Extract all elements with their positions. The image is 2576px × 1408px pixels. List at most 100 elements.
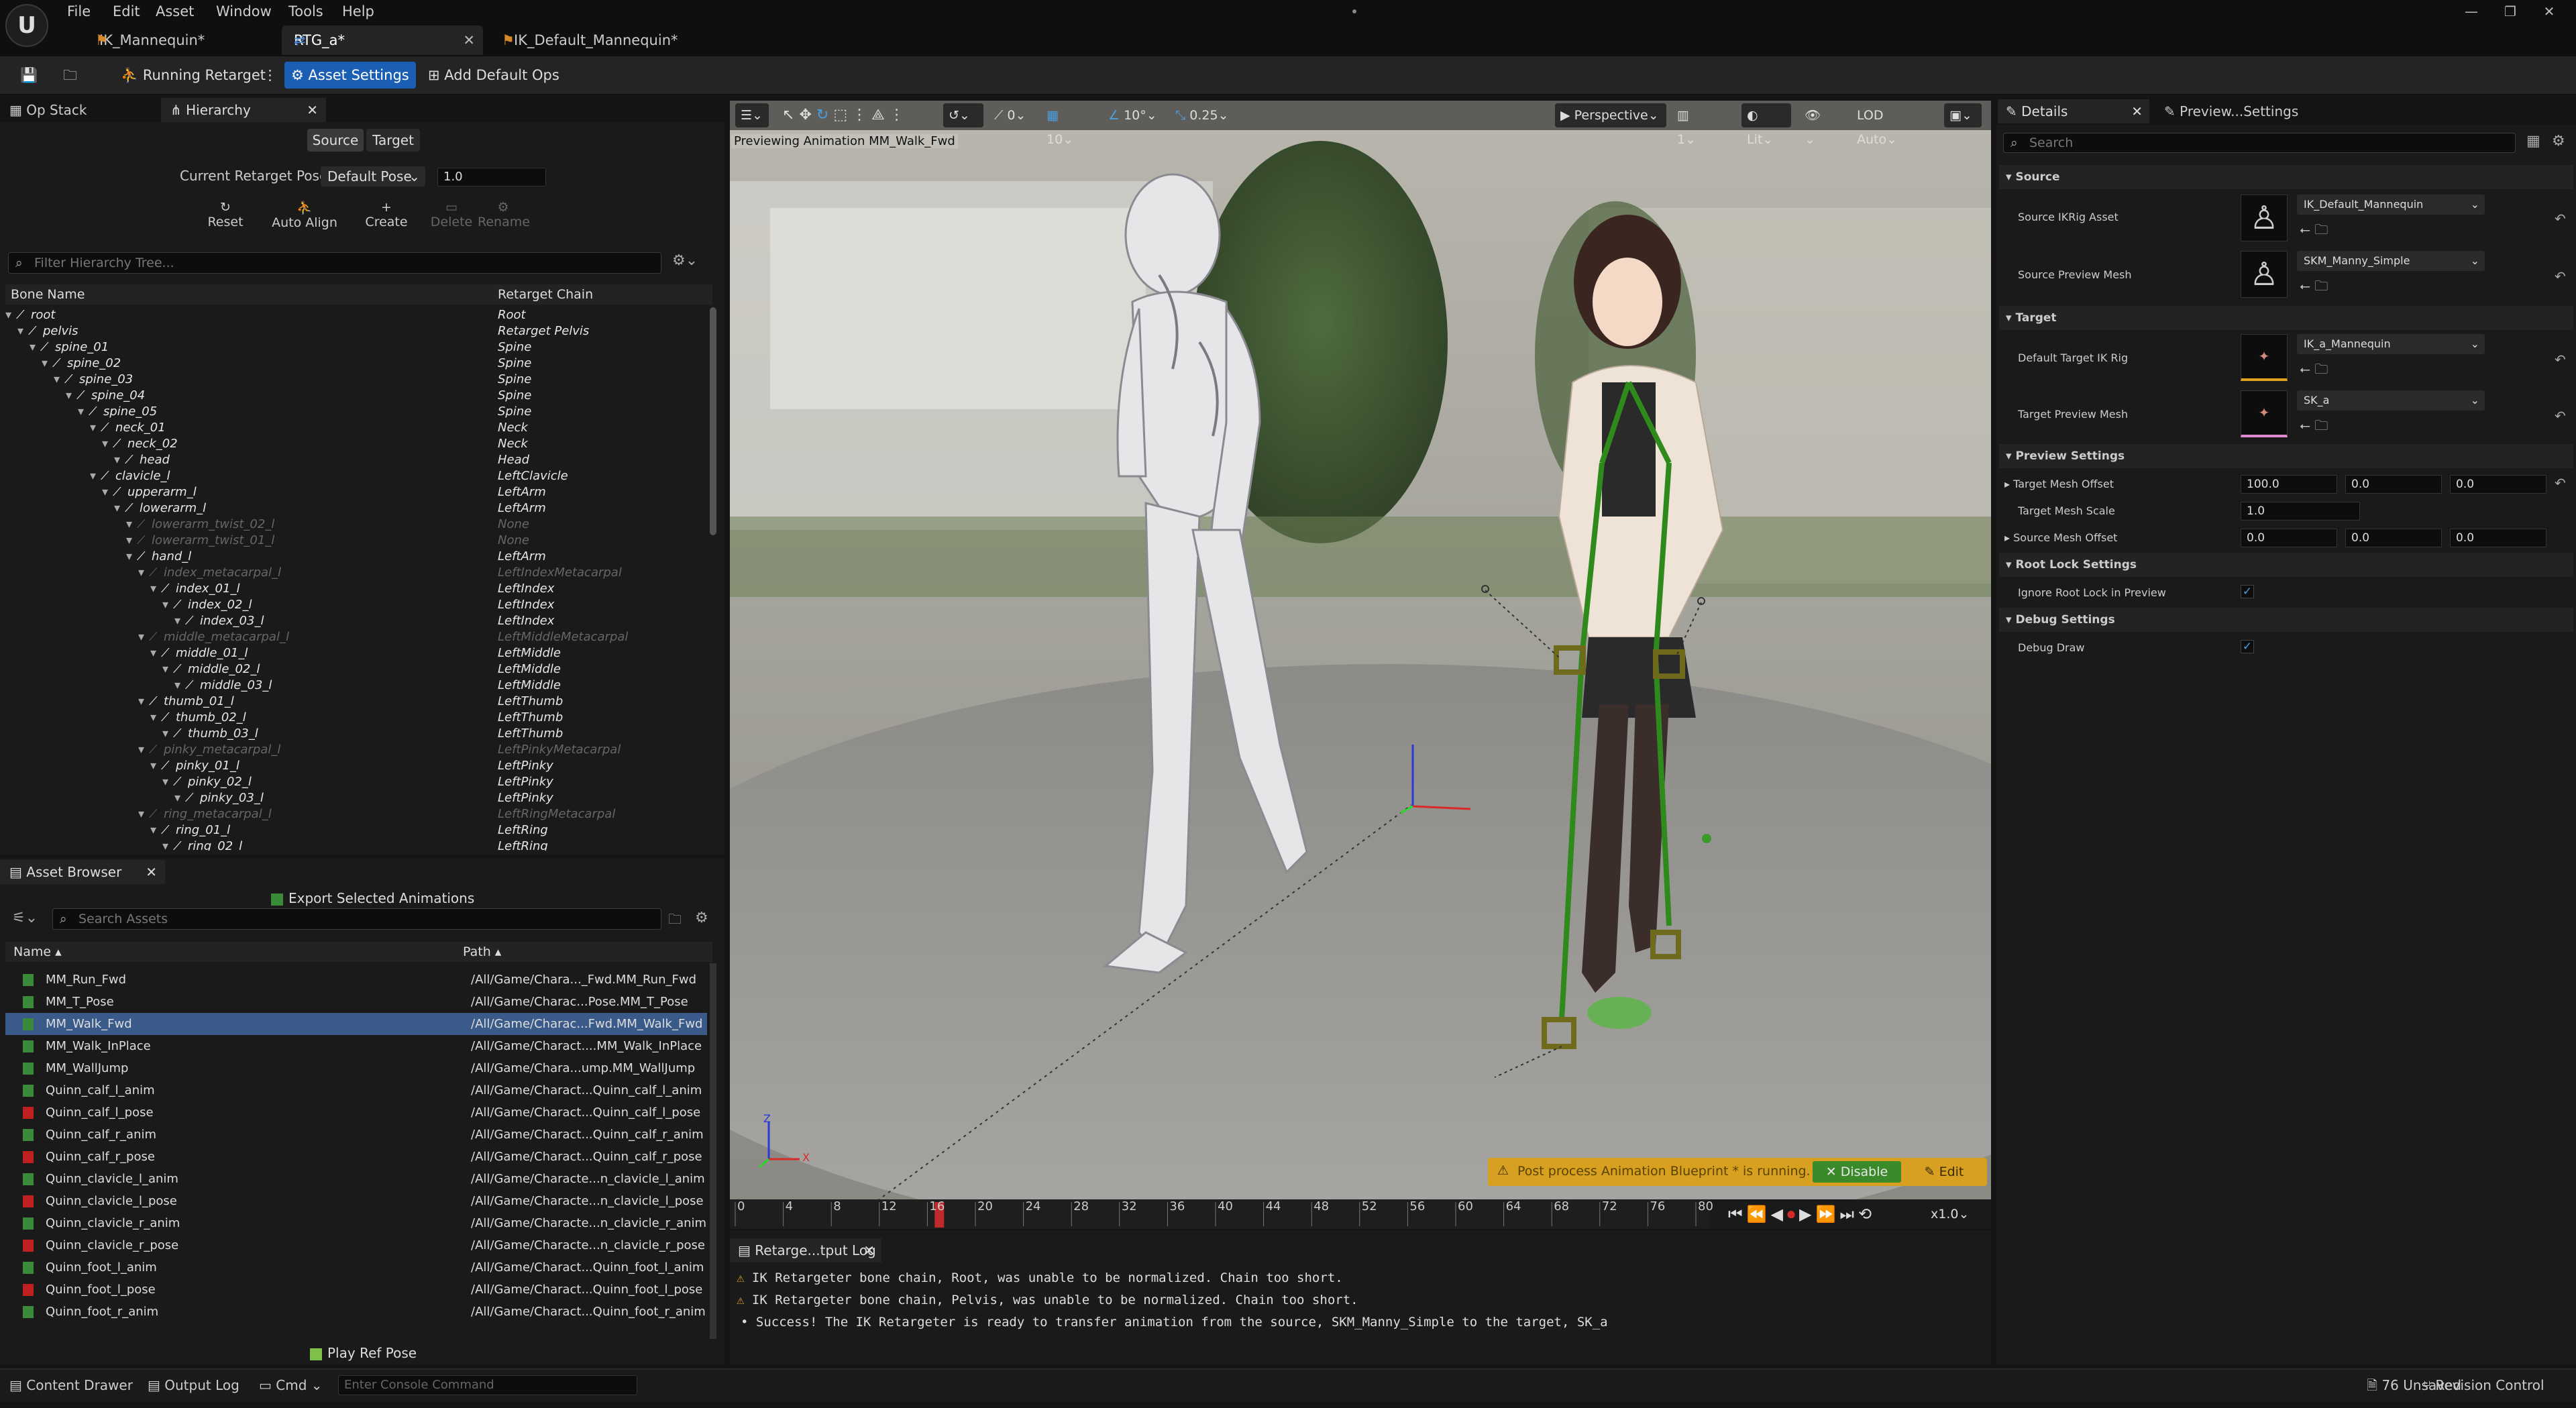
expand-arrow-icon[interactable]: ▾ xyxy=(138,742,144,758)
rotation-snap[interactable]: ⟋ 0⌄ xyxy=(989,103,1036,127)
target-mesh-thumbnail[interactable]: ✦ xyxy=(2241,390,2288,437)
source-ikrig-thumbnail[interactable]: ♙ xyxy=(2241,195,2288,241)
close-tab-icon[interactable]: ✕ xyxy=(146,860,157,884)
expand-arrow-icon[interactable]: ▾ xyxy=(126,517,132,533)
asset-row[interactable]: MM_Walk_Fwd/All/Game/Charac...Fwd.MM_Wal… xyxy=(5,1013,707,1035)
unreal-logo-icon[interactable]: U xyxy=(5,4,48,47)
asset-row[interactable]: Quinn_clavicle_r_anim/All/Game/Characte.… xyxy=(5,1212,707,1234)
step-forward-icon[interactable]: ⏩ xyxy=(1815,1205,1839,1224)
lod-dropdown[interactable]: LOD Auto⌄ xyxy=(1851,103,1932,147)
tab-asset-browser[interactable]: ▤ Asset Browser ✕ xyxy=(0,860,165,884)
play-icon[interactable]: ▶ xyxy=(1799,1205,1815,1224)
source-mesh-thumbnail[interactable]: ♙ xyxy=(2241,251,2288,298)
close-window-icon[interactable]: ✕ xyxy=(2530,0,2568,23)
section-preview-settings[interactable]: ▾ Preview Settings xyxy=(1999,444,2573,468)
reset-to-default-icon[interactable]: ↶ xyxy=(2555,268,2566,284)
section-target[interactable]: ▾ Target xyxy=(1999,306,2573,330)
section-root-lock[interactable]: ▾ Root Lock Settings xyxy=(1999,553,2573,577)
close-tab-icon[interactable]: ✕ xyxy=(2131,99,2143,123)
tab-output-log[interactable]: ▤ Retarge...tput Log ✕ xyxy=(730,1238,881,1262)
expand-arrow-icon[interactable]: ▾ xyxy=(162,661,168,678)
tab-preview-settings[interactable]: ✎ Preview...Settings xyxy=(2156,99,2317,123)
section-debug[interactable]: ▾ Debug Settings xyxy=(1999,608,2573,632)
delete-button[interactable]: ▭ Delete xyxy=(427,200,476,229)
bone-row[interactable]: ▾ ⟋ pelvis Retarget Pelvis xyxy=(5,323,703,339)
expand-arrow-icon[interactable]: ▾ xyxy=(162,838,168,851)
reset-to-default-icon[interactable]: ↶ xyxy=(2555,408,2566,424)
expand-arrow-icon[interactable]: ▾ xyxy=(150,710,156,726)
reset-to-default-icon[interactable]: ↶ xyxy=(2555,351,2566,368)
bone-row[interactable]: ▾ ⟋ index_02_l LeftIndex xyxy=(5,597,703,613)
asset-row[interactable]: Quinn_foot_l_pose/All/Game/Charact...Qui… xyxy=(5,1279,707,1301)
folder-icon[interactable]: 🗀 xyxy=(668,910,682,932)
asset-search-input[interactable]: ⌕ Search Assets xyxy=(52,908,661,930)
expand-arrow-icon[interactable]: ▾ xyxy=(66,388,72,404)
bone-row[interactable]: ▾ ⟋ spine_02 Spine xyxy=(5,356,703,372)
asset-row[interactable]: Quinn_clavicle_l_anim/All/Game/Characte.… xyxy=(5,1168,707,1190)
bone-row[interactable]: ▾ ⟋ neck_01 Neck xyxy=(5,420,703,436)
scale-icon[interactable]: ⬚ xyxy=(833,107,847,123)
bone-row[interactable]: ▾ ⟋ spine_01 Spine xyxy=(5,339,703,356)
bone-row[interactable]: ▾ ⟋ lowerarm_twist_02_l None xyxy=(5,517,703,533)
cmd-dropdown[interactable]: ▭ Cmd ⌄ xyxy=(259,1374,323,1397)
export-selected-button[interactable]: Export Selected Animations xyxy=(271,887,474,910)
asset-row[interactable]: MM_WallJump/All/Game/Chara...ump.MM_Wall… xyxy=(5,1057,707,1079)
close-tab-icon[interactable]: ✕ xyxy=(307,98,318,122)
save-icon[interactable]: 💾 xyxy=(13,62,44,89)
current-pose-dropdown[interactable]: Default Pose ⌄ xyxy=(321,166,425,186)
disable-button[interactable]: ✕ Disable xyxy=(1813,1161,1901,1183)
output-log-button[interactable]: ▤ Output Log xyxy=(148,1374,239,1397)
ignore-root-checkbox[interactable]: ✓ xyxy=(2241,585,2254,598)
coord-system-dropdown[interactable]: ↺⌄ xyxy=(943,103,983,127)
expand-arrow-icon[interactable]: ▾ xyxy=(138,694,144,710)
bone-row[interactable]: ▾ ⟋ ring_01_l LeftRing xyxy=(5,822,703,838)
filter-icon[interactable]: ⚟⌄ xyxy=(12,910,38,926)
expand-arrow-icon[interactable]: ▾ xyxy=(162,774,168,790)
more-icon[interactable]: ⋮ xyxy=(890,107,904,123)
viewport-options-icon[interactable]: ☰⌄ xyxy=(735,103,769,127)
expand-arrow-icon[interactable]: ▾ xyxy=(114,500,120,517)
camera-speed[interactable]: ▥ 1⌄ xyxy=(1672,103,1707,147)
auto-align-button[interactable]: ⛹ Auto Align xyxy=(264,200,345,230)
expand-arrow-icon[interactable]: ▾ xyxy=(138,629,144,645)
expand-arrow-icon[interactable]: ▾ xyxy=(150,822,156,838)
asset-row[interactable]: Quinn_calf_l_anim/All/Game/Charact...Qui… xyxy=(5,1079,707,1101)
source-offset-x[interactable]: 0.0 xyxy=(2241,529,2337,547)
target-offset-label[interactable]: ▸ Target Mesh Offset xyxy=(2004,478,2114,490)
asset-row[interactable]: Quinn_clavicle_r_pose/All/Game/Characte.… xyxy=(5,1234,707,1256)
expand-arrow-icon[interactable]: ▾ xyxy=(90,468,96,484)
expand-arrow-icon[interactable]: ▾ xyxy=(174,678,180,694)
target-offset-x[interactable]: 100.0 xyxy=(2241,475,2337,494)
gear-icon[interactable]: ⚙ xyxy=(695,910,708,926)
expand-arrow-icon[interactable]: ▾ xyxy=(102,484,108,500)
name-column[interactable]: Name ▴ xyxy=(13,942,62,962)
hierarchy-scrollbar[interactable] xyxy=(710,307,716,535)
bone-row[interactable]: ▾ ⟋ middle_02_l LeftMiddle xyxy=(5,661,703,678)
expand-arrow-icon[interactable]: ▾ xyxy=(150,581,156,597)
bone-name-column[interactable]: Bone Name xyxy=(11,284,85,305)
more-options-icon[interactable]: ⋮ xyxy=(256,62,284,89)
reset-to-default-icon[interactable]: ↶ xyxy=(2555,211,2566,227)
bone-row[interactable]: ▾ ⟋ middle_01_l LeftMiddle xyxy=(5,645,703,661)
expand-arrow-icon[interactable]: ▾ xyxy=(17,323,23,339)
expand-arrow-icon[interactable]: ▾ xyxy=(150,758,156,774)
source-ikrig-dropdown[interactable]: IK_Default_Mannequin ⌄ xyxy=(2297,195,2485,215)
viewport-layout-icon[interactable]: ▣⌄ xyxy=(1944,103,1982,127)
bone-row[interactable]: ▾ ⟋ lowerarm_twist_01_l None xyxy=(5,533,703,549)
record-icon[interactable]: ⏺ xyxy=(1787,1205,1799,1224)
close-tab-icon[interactable]: ✕ xyxy=(863,1238,875,1262)
bone-row[interactable]: ▾ ⟋ root Root xyxy=(5,307,703,323)
rename-button[interactable]: ⚙ Rename xyxy=(478,200,530,229)
console-input[interactable]: Enter Console Command xyxy=(338,1375,637,1395)
expand-arrow-icon[interactable]: ▾ xyxy=(162,597,168,613)
bone-row[interactable]: ▾ ⟋ clavicle_l LeftClavicle xyxy=(5,468,703,484)
add-default-ops-button[interactable]: ⊞ Add Default Ops xyxy=(421,62,566,89)
target-offset-z[interactable]: 0.0 xyxy=(2450,475,2546,494)
menu-edit[interactable]: Edit xyxy=(113,0,140,23)
grid-snap[interactable]: ▦ 10⌄ xyxy=(1041,103,1095,147)
asset-row[interactable]: Quinn_calf_r_anim/All/Game/Charact...Qui… xyxy=(5,1124,707,1146)
lit-dropdown[interactable]: ◐ Lit⌄ xyxy=(1741,103,1791,147)
bone-row[interactable]: ▾ ⟋ ring_metacarpal_l LeftRingMetacarpal xyxy=(5,806,703,822)
bone-row[interactable]: ▾ ⟋ spine_05 Spine xyxy=(5,404,703,420)
path-column[interactable]: Path ▴ xyxy=(463,942,501,962)
